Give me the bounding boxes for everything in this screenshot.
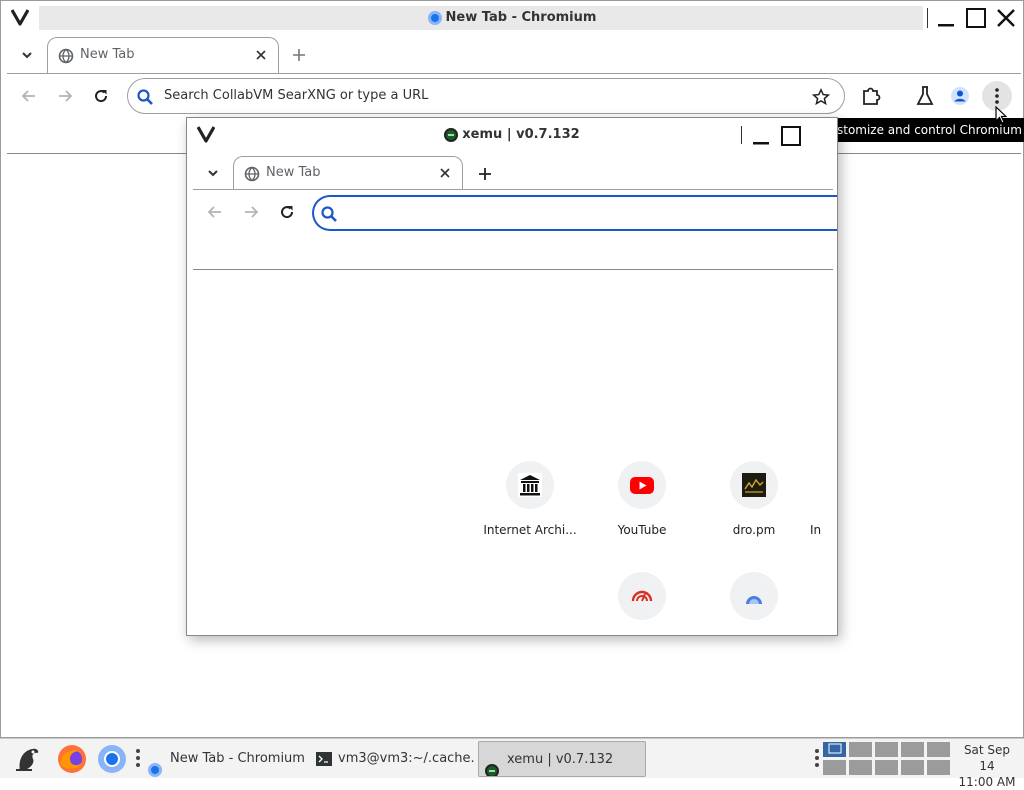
cloud-icon xyxy=(742,584,766,608)
taskbar-handle-icon[interactable] xyxy=(815,749,819,769)
address-bar[interactable]: Search CollabVM SearXNG or type a URL xyxy=(127,78,845,114)
workspace-3[interactable] xyxy=(874,741,899,758)
close-button[interactable] xyxy=(993,5,1019,31)
back-arrow-icon[interactable] xyxy=(17,84,41,108)
workspace-4[interactable] xyxy=(900,741,925,758)
globe-icon xyxy=(244,166,260,182)
workspace-8[interactable] xyxy=(874,759,899,776)
chromium-icon xyxy=(148,752,166,777)
xemu-window: xemu | v0.7.132 New Tab Internet Archi..… xyxy=(186,117,838,636)
task-label: New Tab - Chromium xyxy=(170,751,305,766)
shortcut-label: dro.pm xyxy=(732,523,776,537)
workspace-10[interactable] xyxy=(926,759,951,776)
shortcut-icon-circle xyxy=(730,572,778,620)
globe-icon xyxy=(58,48,74,64)
taskbar-handle-icon[interactable] xyxy=(136,749,140,769)
workspace-pager[interactable] xyxy=(822,741,951,777)
xemu-address-bar[interactable] xyxy=(312,195,837,231)
back-arrow-icon[interactable] xyxy=(203,200,227,224)
xemu-maximize-button[interactable] xyxy=(779,124,803,148)
workspace-1[interactable] xyxy=(822,741,847,758)
taskbar: New Tab - Chromium vm3@vm3:~/.cache... x… xyxy=(0,738,1024,789)
shortcut-label: YouTube xyxy=(617,523,667,537)
task-button-chromium[interactable]: New Tab - Chromium xyxy=(142,741,308,777)
museum-icon xyxy=(518,473,542,497)
shortcut-tile[interactable] xyxy=(586,572,698,620)
task-button-xemu[interactable]: xemu | v0.7.132 xyxy=(478,741,646,777)
shortcut-label: In xyxy=(810,523,822,537)
browser-toolbar: Search CollabVM SearXNG or type a URL xyxy=(1,74,1023,118)
tab-close-icon[interactable] xyxy=(436,164,454,182)
tab-close-icon[interactable] xyxy=(252,46,270,64)
search-icon xyxy=(136,88,154,106)
shortcut-icon-circle xyxy=(730,461,778,509)
terminal-icon xyxy=(316,752,332,766)
workspace-2[interactable] xyxy=(848,741,873,758)
workspace-7[interactable] xyxy=(848,759,873,776)
xemu-icon xyxy=(444,127,459,142)
taskbar-clock[interactable]: Sat Sep 14 11:00 AM xyxy=(955,742,1019,790)
tab-label: New Tab xyxy=(266,165,321,180)
forward-arrow-icon[interactable] xyxy=(239,200,263,224)
chromium-launcher-icon[interactable] xyxy=(96,743,128,775)
workspace-9[interactable] xyxy=(900,759,925,776)
tab-strip: New Tab xyxy=(1,35,1023,73)
chromium-icon xyxy=(427,10,442,25)
tab-search-chevron-down-icon[interactable] xyxy=(15,43,39,67)
reload-icon[interactable] xyxy=(275,200,299,224)
bookmark-star-icon[interactable] xyxy=(812,88,830,106)
xemu-toolbar-divider xyxy=(193,269,833,270)
shortcut-tile[interactable] xyxy=(698,572,810,620)
xemu-icon xyxy=(485,753,503,776)
window-titlebar[interactable]: New Tab - Chromium xyxy=(1,1,1023,35)
shortcut-label: Internet Archi... xyxy=(483,523,577,537)
xemu-titlebar[interactable]: xemu | v0.7.132 xyxy=(187,118,837,152)
new-tab-plus-icon[interactable] xyxy=(473,162,497,186)
window-controls xyxy=(923,5,1023,31)
address-bar-placeholder: Search CollabVM SearXNG or type a URL xyxy=(164,88,429,103)
shortcut-icon-circle xyxy=(618,461,666,509)
mouse-cursor-icon xyxy=(995,106,1007,124)
clock-date: Sat Sep 14 xyxy=(963,743,1011,773)
minimize-button[interactable] xyxy=(933,5,959,31)
workspace-5[interactable] xyxy=(926,741,951,758)
menu-tooltip: Customize and control Chromium xyxy=(813,118,1024,142)
shortcut-icon-circle xyxy=(618,572,666,620)
system-menu-bird-icon[interactable] xyxy=(12,743,44,775)
speedtest-icon xyxy=(630,584,654,608)
firefox-icon[interactable] xyxy=(56,743,88,775)
youtube-icon xyxy=(630,473,654,497)
shortcut-tile[interactable]: YouTube xyxy=(586,461,698,537)
clock-time: 11:00 AM xyxy=(958,775,1016,789)
shortcut-tile[interactable]: dro.pm xyxy=(698,461,810,537)
xemu-minimize-button[interactable] xyxy=(749,124,773,148)
tab-search-chevron-down-icon[interactable] xyxy=(201,161,225,185)
extensions-puzzle-icon[interactable] xyxy=(859,83,885,109)
new-tab-plus-icon[interactable] xyxy=(287,43,311,67)
window-title: New Tab - Chromium xyxy=(1,10,1023,25)
task-label: xemu | v0.7.132 xyxy=(507,752,614,767)
xemu-window-controls xyxy=(741,124,837,148)
tab-label: New Tab xyxy=(80,47,135,62)
maximize-button[interactable] xyxy=(963,5,989,31)
task-button-terminal[interactable]: vm3@vm3:~/.cache... xyxy=(310,741,476,777)
workspace-6[interactable] xyxy=(822,759,847,776)
shortcut-tile[interactable]: Internet Archi... xyxy=(474,461,586,537)
shortcut-icon-circle xyxy=(506,461,554,509)
tab-new-tab[interactable]: New Tab xyxy=(47,37,279,73)
labs-flask-icon[interactable] xyxy=(912,83,938,109)
dro-pm-icon xyxy=(742,473,766,497)
search-icon xyxy=(320,205,338,223)
xemu-tab-new-tab[interactable]: New Tab xyxy=(233,156,463,190)
xemu-window-title: xemu | v0.7.132 xyxy=(187,127,837,142)
xemu-tab-strip: New Tab xyxy=(187,152,837,190)
shortcut-tile[interactable]: In xyxy=(810,461,837,537)
forward-arrow-icon[interactable] xyxy=(53,84,77,108)
reload-icon[interactable] xyxy=(89,84,113,108)
task-label: vm3@vm3:~/.cache... xyxy=(338,751,476,766)
profile-avatar-icon[interactable] xyxy=(947,83,973,109)
xemu-toolbar xyxy=(187,190,837,236)
